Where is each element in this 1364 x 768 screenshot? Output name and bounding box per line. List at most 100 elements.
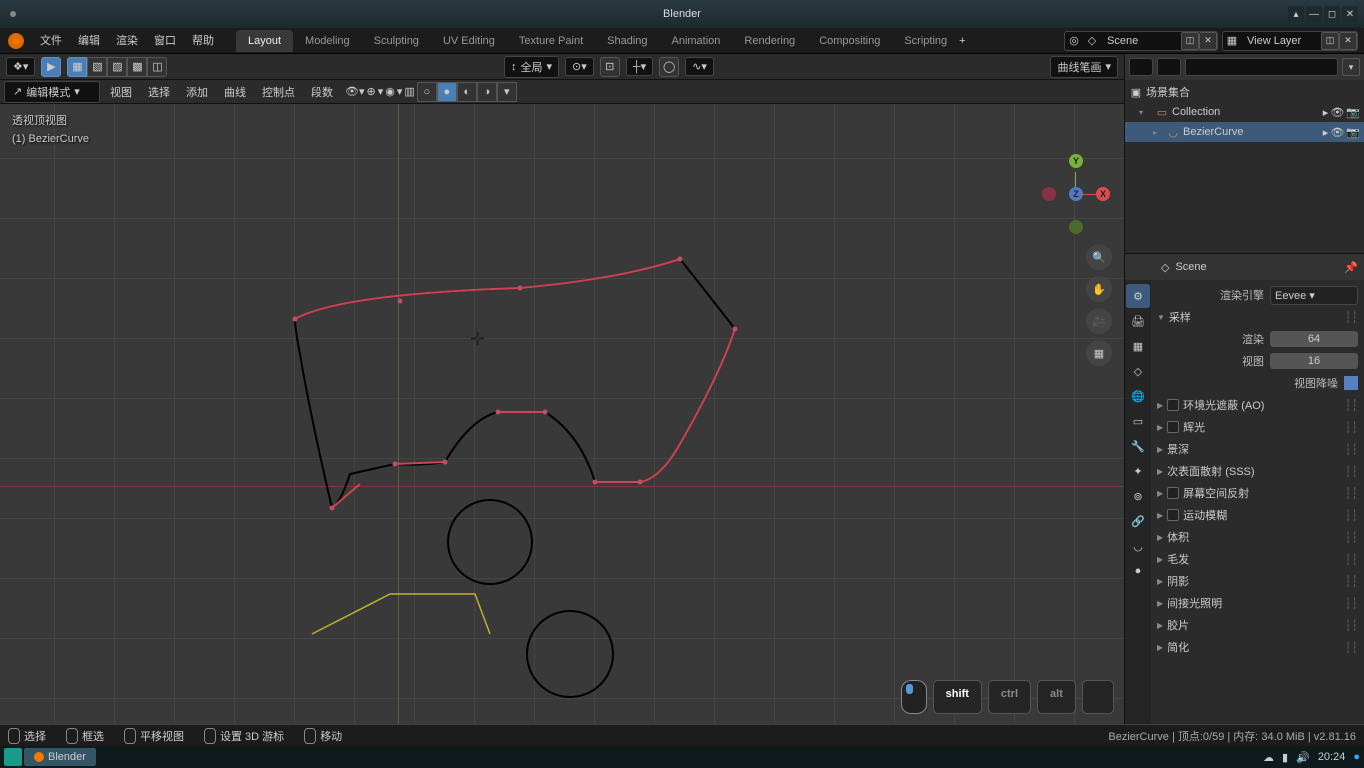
hide-render-icon[interactable]: 📷 [1346, 126, 1360, 139]
menu-文件[interactable]: 文件 [32, 28, 70, 54]
outliner-filter-button[interactable]: ▾ [1342, 58, 1360, 76]
panel-header[interactable]: ▶间接光照明┆┆ [1157, 592, 1358, 614]
viewlayer-tab[interactable]: ▦ [1126, 334, 1150, 358]
panel-enable-checkbox[interactable] [1167, 509, 1179, 521]
panel-header[interactable]: ▶环境光遮蔽 (AO)┆┆ [1157, 394, 1358, 416]
xray-toggle[interactable]: ▥ [404, 85, 414, 98]
panel-enable-checkbox[interactable] [1167, 421, 1179, 433]
minimize-icon[interactable]: — [1306, 6, 1322, 22]
workspace-tab-scripting[interactable]: Scripting [892, 30, 959, 52]
blender-logo-icon[interactable] [8, 33, 24, 49]
start-menu-button[interactable] [4, 748, 22, 766]
outliner-object-row[interactable]: ▸ ◡ BezierCurve ▸ 👁 📷 [1125, 122, 1364, 142]
hide-render-icon[interactable]: 📷 [1346, 106, 1360, 119]
ortho-toggle-button[interactable]: ▦ [1086, 340, 1112, 366]
panel-grip-icon[interactable]: ┆┆ [1345, 443, 1358, 456]
shading-wireframe-button[interactable]: ○ [417, 82, 437, 102]
disclosure-triangle-icon[interactable]: ▶ [1157, 445, 1163, 454]
workspace-tab-rendering[interactable]: Rendering [732, 30, 807, 52]
panel-grip-icon[interactable]: ┆┆ [1345, 399, 1358, 412]
cursor-tool-button[interactable]: ▶ [41, 57, 61, 77]
gizmo-neg-y[interactable] [1069, 220, 1083, 234]
panel-header[interactable]: ▶屏幕空间反射┆┆ [1157, 482, 1358, 504]
scene-name[interactable]: Scene [1101, 35, 1181, 47]
3d-viewport[interactable]: ❖▾ ▶ ▦ ▧ ▨ ▩ ◫ ↕ 全局 ▾ ⊙▾ ⊡ ┼▾ ◯ ∿▾ 曲线笔画 … [0, 54, 1124, 724]
workspace-tab-modeling[interactable]: Modeling [293, 30, 362, 52]
viewport-samples-field[interactable]: 16 [1270, 353, 1358, 369]
select-intersect-button[interactable]: ▩ [127, 57, 147, 77]
properties-editor-dropdown[interactable] [1131, 258, 1155, 276]
snap-type-dropdown[interactable]: ┼▾ [626, 57, 653, 76]
hide-select-icon[interactable]: ▸ [1323, 106, 1329, 119]
select-subtract-button[interactable]: ▨ [107, 57, 127, 77]
workspace-tab-layout[interactable]: Layout [236, 30, 293, 52]
tray-network-icon[interactable]: ▮ [1282, 751, 1288, 764]
taskbar-app-blender[interactable]: Blender [24, 748, 96, 766]
scene-delete-button[interactable]: ✕ [1199, 32, 1217, 50]
gizmo-y-axis[interactable]: Y [1069, 154, 1083, 168]
workspace-tab-uv-editing[interactable]: UV Editing [431, 30, 507, 52]
workspace-tab-shading[interactable]: Shading [595, 30, 659, 52]
menu-渲染[interactable]: 渲染 [108, 28, 146, 54]
panel-enable-checkbox[interactable] [1167, 399, 1179, 411]
disclosure-triangle-icon[interactable]: ▶ [1157, 533, 1163, 542]
tray-clock[interactable]: 20:24 [1318, 751, 1346, 763]
outliner-search-input[interactable] [1185, 58, 1338, 76]
render-tab[interactable]: ⚙ [1126, 284, 1150, 308]
gizmo-neg-x[interactable] [1042, 187, 1056, 201]
snap-toggle[interactable]: ⊡ [600, 57, 620, 77]
panel-grip-icon[interactable]: ┆┆ [1345, 465, 1358, 478]
layer-new-button[interactable]: ◫ [1321, 32, 1339, 50]
panel-grip-icon[interactable]: ┆┆ [1345, 575, 1358, 588]
viewport-menu-曲线[interactable]: 曲线 [216, 84, 254, 100]
panel-enable-checkbox[interactable] [1167, 487, 1179, 499]
outliner-scene-collection-row[interactable]: ▣ 场景集合 [1125, 82, 1364, 102]
pin-icon[interactable]: 📌 [1344, 261, 1358, 274]
panel-header[interactable]: ▶阴影┆┆ [1157, 570, 1358, 592]
tray-volume-icon[interactable]: 🔊 [1296, 751, 1310, 764]
overlays-dropdown[interactable]: ▾ [397, 85, 403, 98]
shading-options-dropdown[interactable]: ▾ [497, 82, 517, 102]
render-engine-dropdown[interactable]: Eevee ▾ [1270, 286, 1358, 305]
workspace-tab-texture-paint[interactable]: Texture Paint [507, 30, 595, 52]
hide-viewport-icon[interactable]: 👁 [1330, 126, 1344, 139]
hide-select-icon[interactable]: ▸ [1323, 126, 1329, 139]
layer-browse-icon[interactable]: ▦ [1223, 34, 1241, 47]
navigation-gizmo[interactable]: Z Y X [1046, 164, 1106, 224]
disclosure-triangle-icon[interactable]: ▶ [1157, 577, 1163, 586]
gizmo-z-axis[interactable]: Z [1069, 187, 1083, 201]
object-tab[interactable]: ▭ [1126, 409, 1150, 433]
panel-grip-icon[interactable]: ┆┆ [1345, 553, 1358, 566]
panel-header[interactable]: ▶次表面散射 (SSS)┆┆ [1157, 460, 1358, 482]
panel-grip-icon[interactable]: ┆┆ [1345, 619, 1358, 632]
view-layer-selector[interactable]: ▦ View Layer ◫ ✕ [1222, 31, 1358, 51]
select-invert-button[interactable]: ◫ [147, 57, 167, 77]
modifier-tab[interactable]: 🔧 [1126, 434, 1150, 458]
mode-dropdown[interactable]: ↗ 编辑模式 ▾ [4, 81, 100, 103]
gizmos-dropdown[interactable]: ▾ [378, 85, 384, 98]
viewport-menu-添加[interactable]: 添加 [178, 84, 216, 100]
gizmos-toggle[interactable]: ⊕ [367, 85, 376, 98]
viewport-menu-选择[interactable]: 选择 [140, 84, 178, 100]
disclosure-triangle-icon[interactable]: ▸ [1153, 128, 1163, 137]
panel-header[interactable]: ▶简化┆┆ [1157, 636, 1358, 658]
orientation-dropdown[interactable]: ↕ 全局 ▾ [504, 56, 559, 78]
constraint-tab[interactable]: 🔗 [1126, 509, 1150, 533]
workspace-tab-compositing[interactable]: Compositing [807, 30, 892, 52]
proportional-toggle[interactable]: ◯ [659, 57, 679, 77]
disclosure-triangle-icon[interactable]: ▶ [1157, 555, 1163, 564]
panel-header[interactable]: ▶辉光┆┆ [1157, 416, 1358, 438]
panel-header[interactable]: ▶景深┆┆ [1157, 438, 1358, 460]
select-box-button[interactable]: ▦ [67, 57, 87, 77]
scene-new-button[interactable]: ◫ [1181, 32, 1199, 50]
disclosure-triangle-icon[interactable]: ▶ [1157, 599, 1163, 608]
menu-窗口[interactable]: 窗口 [146, 28, 184, 54]
viewport-menu-段数[interactable]: 段数 [303, 84, 341, 100]
panel-header[interactable]: ▶毛发┆┆ [1157, 548, 1358, 570]
scene-tab[interactable]: ◇ [1126, 359, 1150, 383]
proportional-dropdown[interactable]: ∿▾ [685, 57, 714, 76]
particle-tab[interactable]: ✦ [1126, 459, 1150, 483]
viewport-menu-视图[interactable]: 视图 [102, 84, 140, 100]
panel-grip-icon[interactable]: ┆┆ [1345, 597, 1358, 610]
tray-upload-icon[interactable]: ☁ [1263, 751, 1274, 764]
